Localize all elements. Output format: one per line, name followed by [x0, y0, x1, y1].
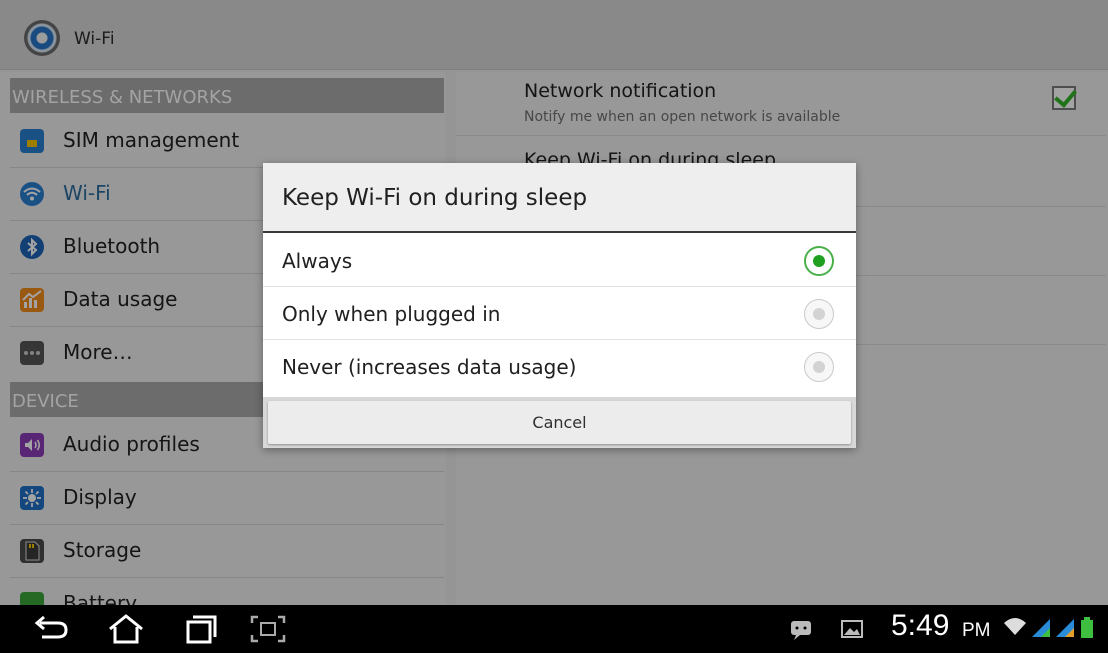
cancel-button[interactable]: Cancel — [268, 401, 851, 444]
dialog-title-bar: Keep Wi-Fi on during sleep — [263, 163, 856, 233]
battery-status-icon — [1081, 617, 1093, 638]
signal-strength-icon — [1032, 619, 1050, 637]
option-only-when-plugged-in[interactable]: Only when plugged in — [263, 288, 856, 340]
notification-icon[interactable] — [788, 613, 816, 645]
settings-screen: Wi-Fi WIRELESS & NETWORKS SIM management… — [0, 0, 1108, 605]
dialog-title: Keep Wi-Fi on during sleep — [282, 185, 588, 211]
system-bar: 5:49 PM — [0, 605, 1108, 653]
radio-button-selected[interactable] — [804, 246, 834, 276]
recent-apps-icon[interactable] — [178, 613, 222, 645]
clock-ampm: PM — [962, 620, 991, 641]
clock-time[interactable]: 5:49 — [891, 609, 949, 643]
back-icon[interactable] — [30, 613, 74, 645]
option-label: Always — [282, 249, 353, 273]
wifi-signal-icon — [1004, 618, 1026, 635]
option-label: Never (increases data usage) — [282, 355, 577, 379]
option-never[interactable]: Never (increases data usage) — [263, 341, 856, 393]
keep-wifi-on-dialog: Keep Wi-Fi on during sleep Always Only w… — [263, 163, 856, 448]
signal-strength-icon-2 — [1056, 619, 1074, 637]
dialog-button-bar: Cancel — [263, 397, 856, 448]
radio-button[interactable] — [804, 352, 834, 382]
option-always[interactable]: Always — [263, 235, 856, 287]
option-label: Only when plugged in — [282, 302, 501, 326]
gallery-icon[interactable] — [838, 613, 868, 645]
screenshot-icon[interactable] — [248, 613, 288, 645]
radio-button[interactable] — [804, 299, 834, 329]
home-icon[interactable] — [104, 613, 148, 645]
